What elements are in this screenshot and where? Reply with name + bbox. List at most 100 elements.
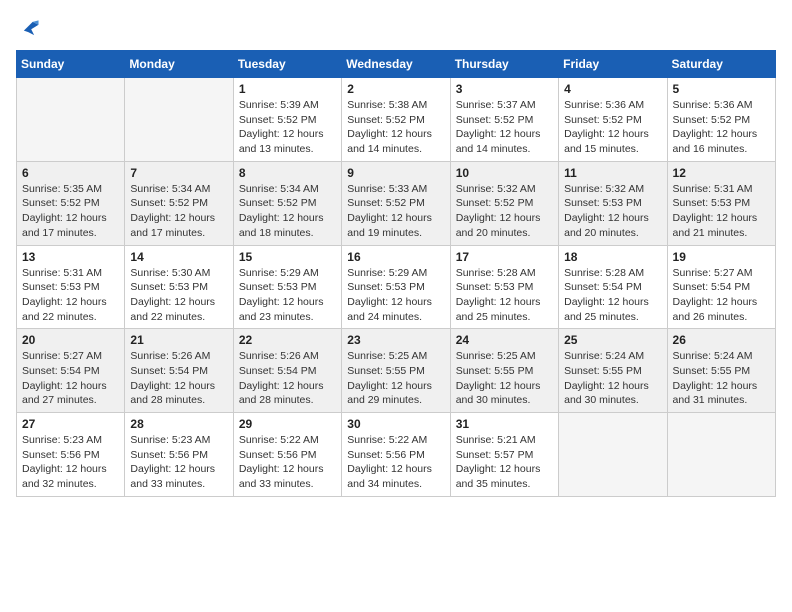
calendar-header-row: SundayMondayTuesdayWednesdayThursdayFrid… (17, 51, 776, 78)
calendar-cell: 23Sunrise: 5:25 AM Sunset: 5:55 PM Dayli… (342, 329, 450, 413)
cell-info: Sunrise: 5:24 AM Sunset: 5:55 PM Dayligh… (564, 349, 661, 408)
cell-info: Sunrise: 5:27 AM Sunset: 5:54 PM Dayligh… (22, 349, 119, 408)
day-of-week-header: Thursday (450, 51, 558, 78)
calendar-cell: 4 Sunrise: 5:36 AM Sunset: 5:52 PM Daylig… (559, 78, 667, 162)
calendar-cell: 28 Sunrise: 5:23 AM Sunset: 5:56 PM Dayli… (125, 413, 233, 497)
calendar-cell: 14 Sunrise: 5:30 AM Sunset: 5:53 PM Dayli… (125, 245, 233, 329)
calendar-cell: 8 Sunrise: 5:34 AM Sunset: 5:52 PM Daylig… (233, 161, 341, 245)
cell-info: Sunrise: 5:29 AM Sunset: 5:53 PM Dayligh… (347, 266, 444, 325)
calendar-week-row: 27 Sunrise: 5:23 AM Sunset: 5:56 PM Dayli… (17, 413, 776, 497)
calendar-cell (125, 78, 233, 162)
day-number: 19 (673, 250, 770, 264)
day-number: 17 (456, 250, 553, 264)
calendar-cell: 26Sunrise: 5:24 AM Sunset: 5:55 PM Dayli… (667, 329, 775, 413)
day-number: 28 (130, 417, 227, 431)
day-number: 15 (239, 250, 336, 264)
cell-info: Sunrise: 5:36 AM Sunset: 5:52 PM Dayligh… (564, 98, 661, 157)
calendar-week-row: 20 Sunrise: 5:27 AM Sunset: 5:54 PM Dayli… (17, 329, 776, 413)
calendar-cell (17, 78, 125, 162)
calendar-cell: 7 Sunrise: 5:34 AM Sunset: 5:52 PM Daylig… (125, 161, 233, 245)
cell-info: Sunrise: 5:25 AM Sunset: 5:55 PM Dayligh… (456, 349, 553, 408)
cell-info: Sunrise: 5:22 AM Sunset: 5:56 PM Dayligh… (239, 433, 336, 492)
calendar-cell: 25 Sunrise: 5:24 AM Sunset: 5:55 PM Dayli… (559, 329, 667, 413)
cell-info: Sunrise: 5:39 AM Sunset: 5:52 PM Dayligh… (239, 98, 336, 157)
calendar-cell (559, 413, 667, 497)
cell-info: Sunrise: 5:27 AM Sunset: 5:54 PM Dayligh… (673, 266, 770, 325)
day-number: 25 (564, 333, 661, 347)
day-number: 31 (456, 417, 553, 431)
cell-info: Sunrise: 5:35 AM Sunset: 5:52 PM Dayligh… (22, 182, 119, 241)
cell-info: Sunrise: 5:36 AM Sunset: 5:52 PM Dayligh… (673, 98, 770, 157)
cell-info: Sunrise: 5:37 AM Sunset: 5:52 PM Dayligh… (456, 98, 553, 157)
day-number: 13 (22, 250, 119, 264)
day-of-week-header: Friday (559, 51, 667, 78)
logo-bird-icon (18, 16, 40, 38)
calendar-cell: 13Sunrise: 5:31 AM Sunset: 5:53 PM Dayli… (17, 245, 125, 329)
day-number: 1 (239, 82, 336, 96)
calendar-cell: 1 Sunrise: 5:39 AM Sunset: 5:52 PM Daylig… (233, 78, 341, 162)
calendar-cell: 17Sunrise: 5:28 AM Sunset: 5:53 PM Dayli… (450, 245, 558, 329)
calendar-cell: 5 Sunrise: 5:36 AM Sunset: 5:52 PM Daylig… (667, 78, 775, 162)
cell-info: Sunrise: 5:24 AM Sunset: 5:55 PM Dayligh… (673, 349, 770, 408)
calendar-week-row: 1 Sunrise: 5:39 AM Sunset: 5:52 PM Daylig… (17, 78, 776, 162)
calendar-table: SundayMondayTuesdayWednesdayThursdayFrid… (16, 50, 776, 497)
day-of-week-header: Wednesday (342, 51, 450, 78)
cell-info: Sunrise: 5:22 AM Sunset: 5:56 PM Dayligh… (347, 433, 444, 492)
calendar-cell: 6 Sunrise: 5:35 AM Sunset: 5:52 PM Daylig… (17, 161, 125, 245)
day-number: 3 (456, 82, 553, 96)
day-number: 23 (347, 333, 444, 347)
cell-info: Sunrise: 5:26 AM Sunset: 5:54 PM Dayligh… (239, 349, 336, 408)
day-of-week-header: Sunday (17, 51, 125, 78)
cell-info: Sunrise: 5:31 AM Sunset: 5:53 PM Dayligh… (673, 182, 770, 241)
calendar-cell: 16 Sunrise: 5:29 AM Sunset: 5:53 PM Dayli… (342, 245, 450, 329)
calendar-cell: 24 Sunrise: 5:25 AM Sunset: 5:55 PM Dayli… (450, 329, 558, 413)
cell-info: Sunrise: 5:23 AM Sunset: 5:56 PM Dayligh… (130, 433, 227, 492)
calendar-cell: 22 Sunrise: 5:26 AM Sunset: 5:54 PM Dayli… (233, 329, 341, 413)
day-number: 22 (239, 333, 336, 347)
page-header (16, 16, 776, 38)
calendar-cell: 30 Sunrise: 5:22 AM Sunset: 5:56 PM Dayli… (342, 413, 450, 497)
calendar-cell: 29 Sunrise: 5:22 AM Sunset: 5:56 PM Dayli… (233, 413, 341, 497)
calendar-cell: 10Sunrise: 5:32 AM Sunset: 5:52 PM Dayli… (450, 161, 558, 245)
logo (16, 16, 40, 38)
cell-info: Sunrise: 5:32 AM Sunset: 5:53 PM Dayligh… (564, 182, 661, 241)
cell-info: Sunrise: 5:29 AM Sunset: 5:53 PM Dayligh… (239, 266, 336, 325)
day-number: 24 (456, 333, 553, 347)
day-number: 8 (239, 166, 336, 180)
day-number: 18 (564, 250, 661, 264)
cell-info: Sunrise: 5:33 AM Sunset: 5:52 PM Dayligh… (347, 182, 444, 241)
day-number: 7 (130, 166, 227, 180)
day-number: 6 (22, 166, 119, 180)
calendar-cell: 3 Sunrise: 5:37 AM Sunset: 5:52 PM Daylig… (450, 78, 558, 162)
cell-info: Sunrise: 5:38 AM Sunset: 5:52 PM Dayligh… (347, 98, 444, 157)
day-number: 20 (22, 333, 119, 347)
day-of-week-header: Monday (125, 51, 233, 78)
day-number: 2 (347, 82, 444, 96)
cell-info: Sunrise: 5:32 AM Sunset: 5:52 PM Dayligh… (456, 182, 553, 241)
calendar-cell: 31 Sunrise: 5:21 AM Sunset: 5:57 PM Dayli… (450, 413, 558, 497)
day-number: 29 (239, 417, 336, 431)
cell-info: Sunrise: 5:30 AM Sunset: 5:53 PM Dayligh… (130, 266, 227, 325)
cell-info: Sunrise: 5:21 AM Sunset: 5:57 PM Dayligh… (456, 433, 553, 492)
cell-info: Sunrise: 5:23 AM Sunset: 5:56 PM Dayligh… (22, 433, 119, 492)
calendar-cell (667, 413, 775, 497)
day-of-week-header: Tuesday (233, 51, 341, 78)
day-number: 30 (347, 417, 444, 431)
day-number: 16 (347, 250, 444, 264)
calendar-cell: 15 Sunrise: 5:29 AM Sunset: 5:53 PM Dayli… (233, 245, 341, 329)
calendar-cell: 19 Sunrise: 5:27 AM Sunset: 5:54 PM Dayli… (667, 245, 775, 329)
day-number: 4 (564, 82, 661, 96)
day-number: 9 (347, 166, 444, 180)
cell-info: Sunrise: 5:28 AM Sunset: 5:54 PM Dayligh… (564, 266, 661, 325)
day-number: 12 (673, 166, 770, 180)
calendar-week-row: 6 Sunrise: 5:35 AM Sunset: 5:52 PM Daylig… (17, 161, 776, 245)
calendar-cell: 2 Sunrise: 5:38 AM Sunset: 5:52 PM Daylig… (342, 78, 450, 162)
cell-info: Sunrise: 5:34 AM Sunset: 5:52 PM Dayligh… (239, 182, 336, 241)
day-number: 5 (673, 82, 770, 96)
day-number: 14 (130, 250, 227, 264)
calendar-cell: 18 Sunrise: 5:28 AM Sunset: 5:54 PM Dayli… (559, 245, 667, 329)
day-number: 27 (22, 417, 119, 431)
cell-info: Sunrise: 5:34 AM Sunset: 5:52 PM Dayligh… (130, 182, 227, 241)
calendar-cell: 12 Sunrise: 5:31 AM Sunset: 5:53 PM Dayli… (667, 161, 775, 245)
calendar-cell: 21Sunrise: 5:26 AM Sunset: 5:54 PM Dayli… (125, 329, 233, 413)
